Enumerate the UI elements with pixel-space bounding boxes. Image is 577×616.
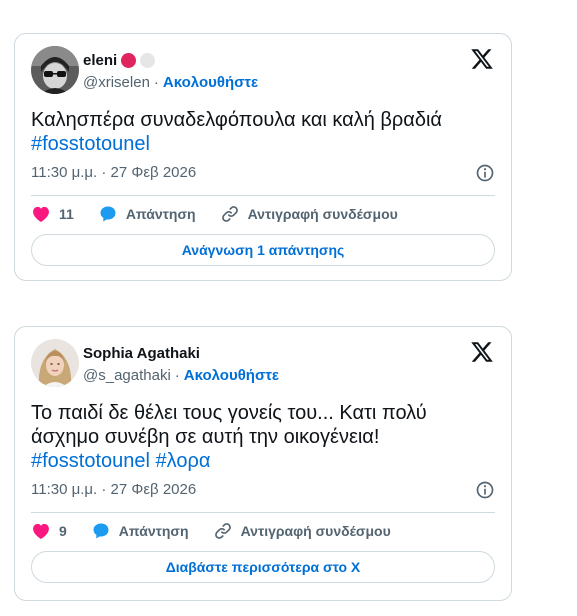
- handle-row: @xriselen · Ακολουθήστε: [83, 74, 258, 91]
- copy-link-button[interactable]: Αντιγραφή συνδέσμου: [220, 204, 398, 224]
- read-replies-button[interactable]: Ανάγνωση 1 απάντησης: [31, 234, 495, 266]
- like-count: 9: [59, 523, 67, 539]
- tweet-body: Καλησπέρα συναδελφόπουλα και καλή βραδιά: [31, 109, 442, 131]
- like-count: 11: [59, 206, 74, 222]
- heart-icon: [33, 523, 49, 539]
- timestamp[interactable]: 11:30 μ.μ. · 27 Φεβ 2026: [31, 481, 196, 498]
- avatar[interactable]: [31, 46, 79, 94]
- handle-row: @s_agathaki · Ακολουθήστε: [83, 367, 279, 384]
- heart-icon: [33, 206, 49, 222]
- white-circle-icon: [140, 52, 156, 68]
- link-icon: [214, 523, 231, 539]
- read-more-button[interactable]: Διαβάστε περισσότερα στο X: [31, 551, 495, 583]
- tweet-body-line-2: άσχημο συνέβη σε αυτή την οικογένεια!: [31, 426, 380, 448]
- display-name[interactable]: Sophia Agathaki: [83, 345, 200, 362]
- reply-label: Απάντηση: [118, 523, 189, 539]
- reply-bubble-icon: [100, 206, 116, 222]
- reply-label: Απάντηση: [125, 206, 196, 222]
- info-icon[interactable]: [475, 163, 495, 183]
- follow-link[interactable]: Ακολουθήστε: [163, 74, 258, 91]
- display-name[interactable]: eleni: [83, 52, 117, 69]
- like-button[interactable]: 9: [31, 521, 67, 541]
- info-icon[interactable]: [475, 480, 495, 500]
- author-name-row[interactable]: eleni: [83, 51, 156, 69]
- timestamp[interactable]: 11:30 μ.μ. · 27 Φεβ 2026: [31, 164, 196, 181]
- tweet-text: Καλησπέρα συναδελφόπουλα και καλή βραδιά…: [31, 108, 491, 156]
- user-handle[interactable]: @s_agathaki: [83, 367, 171, 384]
- reply-button[interactable]: Απάντηση: [91, 521, 189, 541]
- tweet-text: Το παιδί δε θέλει τους γονείς του... Κατ…: [31, 401, 491, 473]
- separator-dot: ·: [174, 367, 180, 384]
- copy-link-button[interactable]: Αντιγραφή συνδέσμου: [213, 521, 391, 541]
- action-bar: 11 Απάντηση Αντιγραφή συνδέσμου: [31, 202, 422, 226]
- author-name-row[interactable]: Sophia Agathaki: [83, 344, 200, 362]
- avatar[interactable]: [31, 339, 79, 387]
- x-logo-icon[interactable]: [470, 340, 494, 364]
- tweet-body-line-1: Το παιδί δε θέλει τους γονείς του... Κατ…: [31, 402, 427, 424]
- user-handle[interactable]: @xriselen: [83, 74, 150, 91]
- like-button[interactable]: 11: [31, 204, 74, 224]
- copy-link-label: Αντιγραφή συνδέσμου: [247, 206, 398, 222]
- hashtag-link[interactable]: #fosstotounel: [31, 450, 150, 472]
- link-icon: [221, 206, 238, 222]
- red-circle-icon: [121, 52, 137, 68]
- x-logo-icon[interactable]: [470, 47, 494, 71]
- follow-link[interactable]: Ακολουθήστε: [184, 367, 279, 384]
- tweet-card: eleni @xriselen · Ακολουθήστε Καλησπέρα …: [14, 33, 512, 281]
- copy-link-label: Αντιγραφή συνδέσμου: [240, 523, 391, 539]
- tweet-card: Sophia Agathaki @s_agathaki · Ακολουθήστ…: [14, 326, 512, 601]
- divider: [31, 512, 495, 513]
- hashtag-link[interactable]: #fosstotounel: [31, 133, 150, 155]
- divider: [31, 195, 495, 196]
- separator-dot: ·: [153, 74, 159, 91]
- action-bar: 9 Απάντηση Αντιγραφή συνδέσμου: [31, 519, 415, 543]
- reply-bubble-icon: [93, 523, 109, 539]
- reply-button[interactable]: Απάντηση: [98, 204, 196, 224]
- hashtag-link[interactable]: #λορα: [156, 450, 211, 472]
